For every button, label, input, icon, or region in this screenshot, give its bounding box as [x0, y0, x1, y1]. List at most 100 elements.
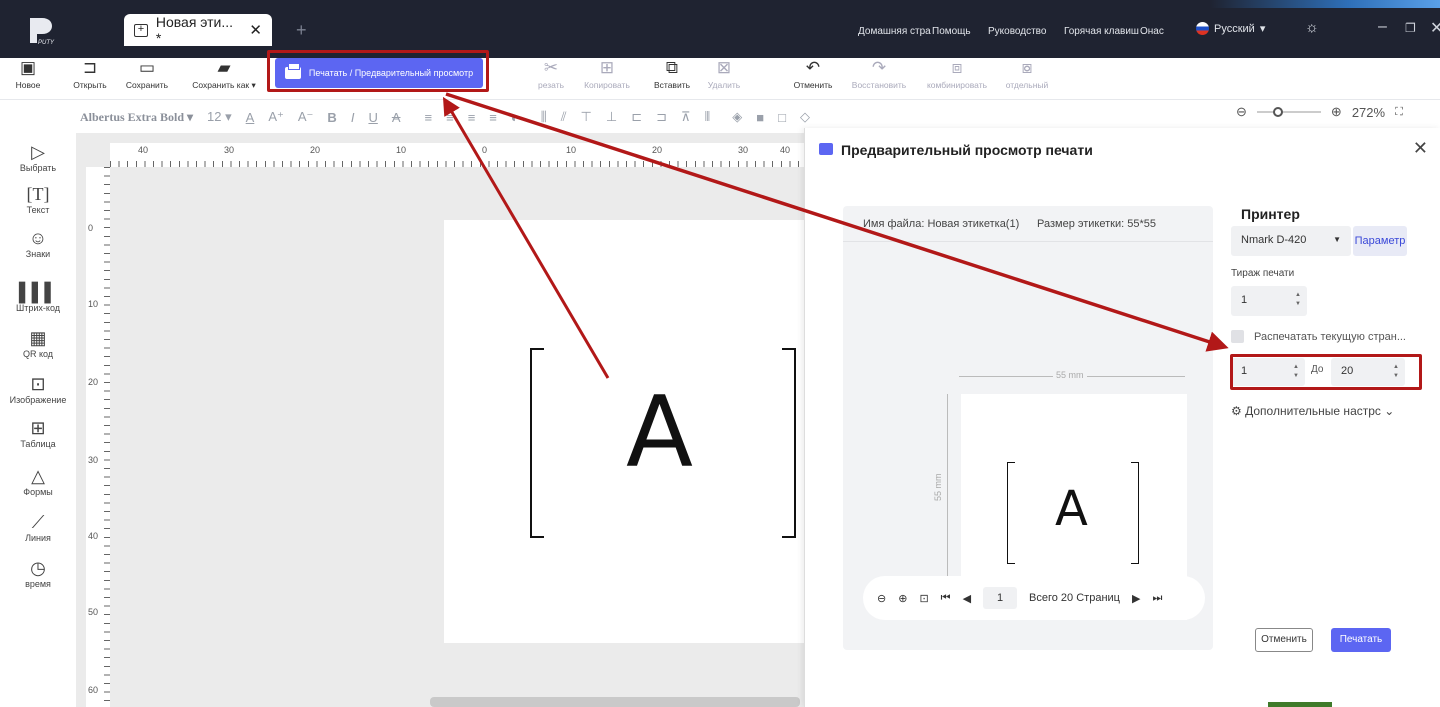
align-left-icon[interactable]: ≡	[425, 110, 433, 125]
layer-icon[interactable]: ◈	[732, 109, 742, 125]
align-center-icon[interactable]: ≡	[446, 110, 454, 125]
printer-select[interactable]: Nmark D-420 ▼	[1231, 226, 1351, 256]
font-family-select[interactable]: Albertus Extra Bold ▾	[80, 110, 193, 125]
sidebar-item-text[interactable]: [T] Текст	[0, 183, 76, 215]
align-justify-icon[interactable]: ≡	[489, 110, 497, 125]
document-tab[interactable]: + Новая эти... * ✕	[124, 14, 272, 46]
zoom-out-icon[interactable]: ⊖	[877, 592, 886, 605]
next-page-icon[interactable]: ▶	[1132, 592, 1140, 605]
align-bottom-icon[interactable]: ⊥	[606, 109, 617, 125]
align-right-icon[interactable]: ≡	[468, 110, 476, 125]
separate-button[interactable]: ⧇ отдельный	[1004, 58, 1050, 90]
sidebar-item-select[interactable]: ▷ Выбрать	[0, 141, 76, 173]
new-button[interactable]: ▣ Новое	[14, 58, 42, 90]
app-logo: PUTY	[30, 18, 55, 46]
print-highlight-annotation	[267, 50, 489, 92]
last-page-icon[interactable]: ⏭	[1152, 592, 1162, 605]
horizontal-scrollbar[interactable]	[430, 697, 800, 707]
bring-front-icon[interactable]: ■	[756, 110, 764, 125]
distribute-h-icon[interactable]: ⫼	[541, 109, 547, 125]
language-select[interactable]: Русский ▾	[1196, 22, 1265, 35]
flag-icon	[1196, 22, 1209, 35]
underline-icon[interactable]: U	[368, 110, 377, 125]
right-bracket[interactable]	[782, 348, 796, 538]
zoom-slider-knob[interactable]	[1273, 107, 1284, 117]
print-button[interactable]: Печатать	[1331, 628, 1391, 652]
undo-button[interactable]: ↶ Отменить	[786, 58, 840, 90]
font-size-select[interactable]: 12 ▾	[207, 109, 232, 125]
delete-button[interactable]: ⊠ Удалить	[704, 58, 744, 90]
send-back-icon[interactable]: □	[778, 110, 786, 125]
printer-params-button[interactable]: Параметр	[1353, 226, 1407, 256]
link-help[interactable]: Помощь	[932, 26, 971, 37]
ruler-label: 0	[482, 145, 488, 155]
checkbox-icon[interactable]	[1231, 330, 1244, 343]
zoom-in-icon[interactable]: ⊕	[898, 592, 907, 605]
folder-icon: ⊐	[82, 58, 98, 77]
ruler-label: 40	[138, 145, 149, 155]
align-obj-right-icon[interactable]: ⊐	[656, 109, 667, 125]
label-canvas[interactable]	[444, 220, 806, 643]
ruler-label: 40	[780, 145, 791, 155]
zoom-control: ⊖ ⊕ 272% ⛶	[1236, 104, 1403, 120]
svg-text:PUTY: PUTY	[38, 40, 55, 46]
sd-card-icon: ▰	[217, 58, 231, 77]
redo-button[interactable]: ↷ Восстановить	[848, 58, 910, 90]
close-window-icon[interactable]: ✕	[1430, 18, 1440, 38]
decrease-font-icon[interactable]: A⁻	[298, 109, 314, 125]
restore-icon[interactable]: ❐	[1405, 21, 1416, 35]
link-about[interactable]: Онас	[1140, 26, 1164, 37]
copies-label: Тираж печати	[1231, 268, 1295, 279]
strikethrough-icon[interactable]: A	[392, 110, 401, 125]
print-current-checkbox[interactable]: Распечатать текущую стран...	[1231, 330, 1406, 343]
redo-icon: ↷	[871, 58, 887, 77]
canvas-text-object[interactable]: A	[626, 384, 693, 482]
same-height-icon[interactable]: ⊼	[681, 109, 691, 125]
font-color-icon[interactable]: A	[246, 110, 255, 125]
cancel-button[interactable]: Отменить	[1255, 628, 1313, 652]
lock-icon[interactable]: ◇	[800, 109, 810, 125]
left-bracket[interactable]	[530, 348, 544, 538]
sidebar-item-time[interactable]: ◷ время	[0, 557, 76, 589]
same-width-icon[interactable]: ⦀	[705, 109, 711, 125]
minimize-icon[interactable]: –	[1378, 18, 1387, 36]
fit-icon[interactable]: ⊡	[919, 592, 928, 605]
italic-icon[interactable]: I	[351, 110, 355, 125]
combine-button[interactable]: ⧈ комбинировать	[922, 58, 992, 90]
align-obj-left-icon[interactable]: ⊏	[631, 109, 642, 125]
copies-input[interactable]: 1 ▲ ▼	[1231, 286, 1307, 316]
align-mid-icon[interactable]: ⫽	[561, 109, 567, 125]
cut-button[interactable]: ✂ резать	[534, 58, 568, 90]
sidebar-item-shapes[interactable]: △ Формы	[0, 465, 76, 497]
prev-page-icon[interactable]: ◀	[963, 592, 971, 605]
spinner-icon[interactable]: ▲ ▼	[1295, 291, 1301, 309]
theme-toggle-icon[interactable]: ☼	[1305, 19, 1319, 36]
open-button[interactable]: ⊐ Открыть	[70, 58, 110, 90]
align-top-icon[interactable]: ⊤	[581, 109, 592, 125]
first-page-icon[interactable]: ⏮	[941, 592, 951, 605]
copy-button[interactable]: ⊞ Копировать	[582, 58, 632, 90]
sidebar-item-barcode[interactable]: ▌▌▌ Штрих-код	[0, 281, 76, 313]
fit-screen-icon[interactable]: ⛶	[1395, 106, 1403, 119]
close-tab-icon[interactable]: ✕	[249, 21, 262, 39]
save-as-button[interactable]: ▰ Сохранить как ▾	[185, 58, 263, 91]
sidebar-item-line[interactable]: ⟋ Линия	[0, 511, 76, 543]
sidebar-item-image[interactable]: ⊡ Изображение	[0, 373, 76, 405]
link-guide[interactable]: Руководство	[988, 26, 1046, 37]
new-tab-button[interactable]: +	[296, 20, 307, 41]
zoom-out-icon[interactable]: ⊖	[1236, 104, 1247, 120]
save-button[interactable]: ▭ Сохранить	[122, 58, 172, 90]
sidebar-item-qr[interactable]: ▦ QR код	[0, 327, 76, 359]
link-hotkeys[interactable]: Горячая клавиш	[1064, 26, 1139, 37]
more-settings-toggle[interactable]: ⚙ Дополнительные настрс ⌄	[1231, 404, 1394, 418]
paste-button[interactable]: ⧉ Вставить	[650, 58, 694, 90]
invert-icon[interactable]: ◐	[511, 110, 519, 125]
zoom-slider[interactable]	[1256, 107, 1321, 117]
link-home[interactable]: Домашняя стра	[858, 26, 931, 37]
sidebar-item-symbols[interactable]: ☺ Знаки	[0, 227, 76, 259]
bold-icon[interactable]: B	[327, 110, 336, 125]
zoom-in-icon[interactable]: ⊕	[1331, 104, 1342, 120]
page-number-input[interactable]: 1	[983, 587, 1018, 609]
increase-font-icon[interactable]: A⁺	[268, 109, 284, 125]
sidebar-item-table[interactable]: ⊞ Таблица	[0, 417, 76, 449]
